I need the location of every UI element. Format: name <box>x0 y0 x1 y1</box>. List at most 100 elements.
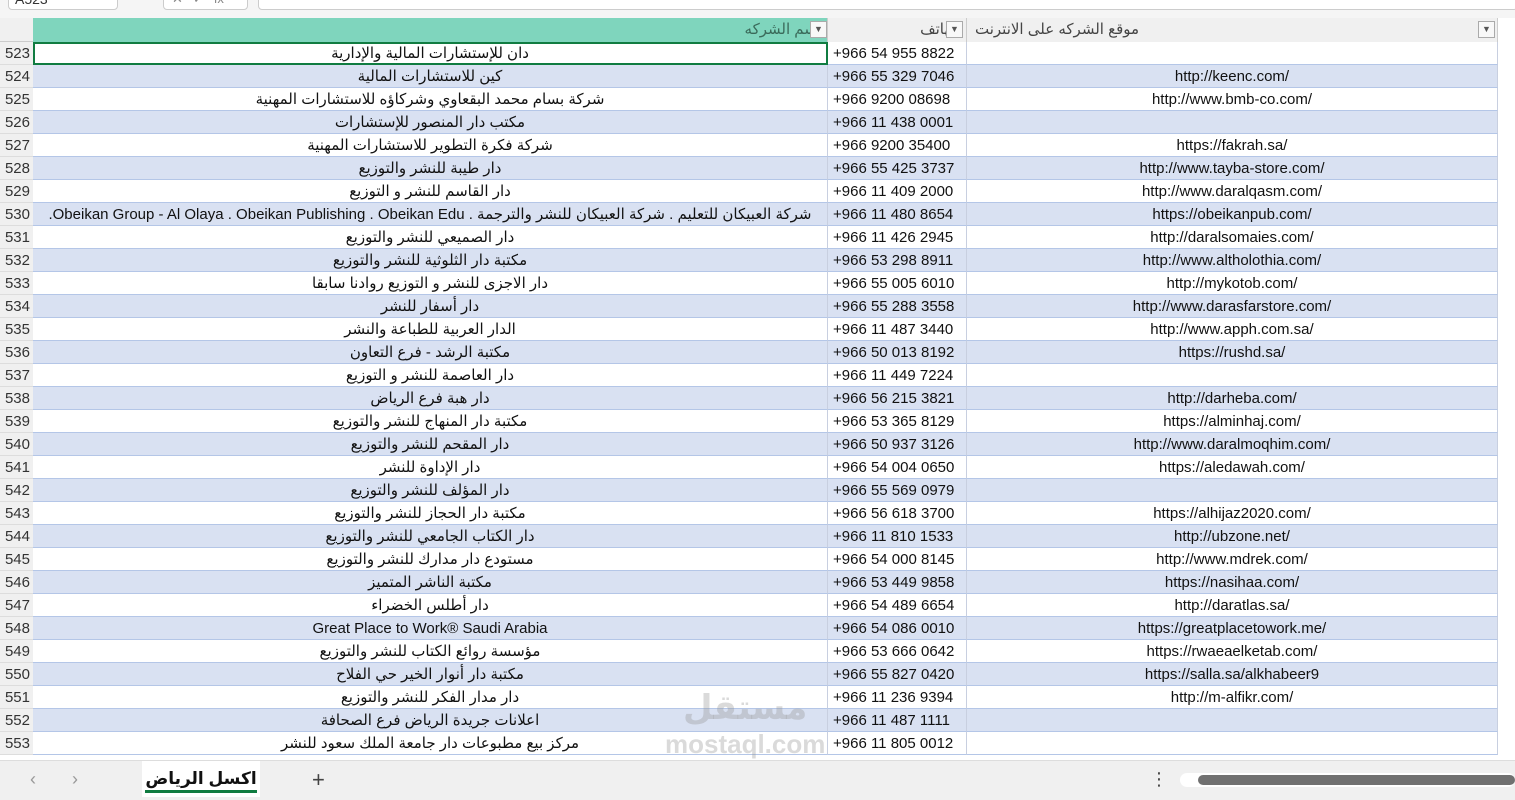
cell-company-name[interactable]: دار المقحم للنشر والتوزيع <box>33 433 828 456</box>
row-number[interactable]: 545 <box>0 548 33 571</box>
cell-company-name[interactable]: مكتبة دار أنوار الخير حي الفلاح <box>33 663 828 686</box>
cell-phone[interactable]: +966 53 365 8129 <box>828 410 967 433</box>
filter-dropdown-icon[interactable]: ▼ <box>810 21 827 38</box>
cell-phone[interactable]: +966 55 425 3737 <box>828 157 967 180</box>
row-number[interactable]: 529 <box>0 180 33 203</box>
row-number[interactable]: 542 <box>0 479 33 502</box>
cell-company-name[interactable]: دار المؤلف للنشر والتوزيع <box>33 479 828 502</box>
cell-company-name[interactable]: الدار العربية للطباعة والنشر <box>33 318 828 341</box>
row-number[interactable]: 536 <box>0 341 33 364</box>
cell-phone[interactable]: +966 11 426 2945 <box>828 226 967 249</box>
row-number[interactable]: 539 <box>0 410 33 433</box>
cell-phone[interactable]: +966 53 666 0642 <box>828 640 967 663</box>
cell-company-name[interactable]: شركة العبيكان للتعليم . شركة العبيكان لل… <box>33 203 828 226</box>
cell-website[interactable]: http://www.darasfarstore.com/ <box>967 295 1498 318</box>
cell-website[interactable] <box>967 111 1498 134</box>
cell-website[interactable]: http://www.mdrek.com/ <box>967 548 1498 571</box>
cell-phone[interactable]: +966 55 569 0979 <box>828 479 967 502</box>
row-number[interactable]: 525 <box>0 88 33 111</box>
cell-phone[interactable]: +966 54 489 6654 <box>828 594 967 617</box>
cell-website[interactable]: https://alminhaj.com/ <box>967 410 1498 433</box>
cell-website[interactable]: https://rushd.sa/ <box>967 341 1498 364</box>
cell-phone[interactable]: +966 11 487 1111 <box>828 709 967 732</box>
cell-website[interactable]: https://fakrah.sa/ <box>967 134 1498 157</box>
cell-website[interactable]: http://www.altholothia.com/ <box>967 249 1498 272</box>
row-number[interactable]: 526 <box>0 111 33 134</box>
cell-phone[interactable]: +966 56 618 3700 <box>828 502 967 525</box>
cell-phone[interactable]: +966 54 004 0650 <box>828 456 967 479</box>
row-number[interactable]: 548 <box>0 617 33 640</box>
row-number[interactable]: 546 <box>0 571 33 594</box>
cell-website[interactable]: https://rwaeaelketab.com/ <box>967 640 1498 663</box>
row-number[interactable]: 553 <box>0 732 33 755</box>
row-number[interactable]: 531 <box>0 226 33 249</box>
cell-phone[interactable]: +966 55 827 0420 <box>828 663 967 686</box>
row-number[interactable]: 538 <box>0 387 33 410</box>
cell-phone[interactable]: +966 55 288 3558 <box>828 295 967 318</box>
cell-website[interactable] <box>967 732 1498 755</box>
header-website[interactable]: موقع الشركه على الانترنت ▼ <box>967 18 1498 42</box>
row-number[interactable]: 523 <box>0 42 33 65</box>
cell-company-name[interactable]: كين للاستشارات المالية <box>33 65 828 88</box>
cell-website[interactable]: http://daralsomaies.com/ <box>967 226 1498 249</box>
select-all-corner[interactable] <box>0 18 33 42</box>
row-number[interactable]: 547 <box>0 594 33 617</box>
cell-phone[interactable]: +966 11 480 8654 <box>828 203 967 226</box>
cell-phone[interactable]: +966 53 449 9858 <box>828 571 967 594</box>
cell-website[interactable] <box>967 709 1498 732</box>
cell-company-name[interactable]: دار الاجزى للنشر و التوزيع روادنا سابقا <box>33 272 828 295</box>
cell-company-name[interactable]: دار الكتاب الجامعي للنشر والتوزيع <box>33 525 828 548</box>
row-number[interactable]: 544 <box>0 525 33 548</box>
sheet-tab[interactable]: اكسل الرياض <box>142 761 260 797</box>
filter-dropdown-icon[interactable]: ▼ <box>1478 21 1495 38</box>
cell-phone[interactable]: +966 50 937 3126 <box>828 433 967 456</box>
cell-website[interactable] <box>967 479 1498 502</box>
row-number[interactable]: 543 <box>0 502 33 525</box>
cell-phone[interactable]: +966 11 409 2000 <box>828 180 967 203</box>
cell-company-name[interactable]: دار الصميعي للنشر والتوزيع <box>33 226 828 249</box>
cell-company-name[interactable]: Great Place to Work® Saudi Arabia <box>33 617 828 640</box>
cell-company-name[interactable]: مكتبة الرشد - فرع التعاون <box>33 341 828 364</box>
cell-website[interactable] <box>967 364 1498 387</box>
cell-company-name[interactable]: شركة فكرة التطوير للاستشارات المهنية <box>33 134 828 157</box>
cell-company-name[interactable]: دار أسفار للنشر <box>33 295 828 318</box>
row-number[interactable]: 535 <box>0 318 33 341</box>
row-number[interactable]: 552 <box>0 709 33 732</box>
cell-company-name[interactable]: دار هبة فرع الرياض <box>33 387 828 410</box>
cell-company-name[interactable]: مكتب دار المنصور للإستشارات <box>33 111 828 134</box>
row-number[interactable]: 534 <box>0 295 33 318</box>
cell-phone[interactable]: +966 11 487 3440 <box>828 318 967 341</box>
cell-phone[interactable]: +966 11 805 0012 <box>828 732 967 755</box>
cell-website[interactable]: http://m-alfikr.com/ <box>967 686 1498 709</box>
cell-phone[interactable]: +966 9200 08698 <box>828 88 967 111</box>
row-number[interactable]: 549 <box>0 640 33 663</box>
cell-company-name[interactable]: شركة بسام محمد البقعاوي وشركاؤه للاستشار… <box>33 88 828 111</box>
cell-phone[interactable]: +966 55 005 6010 <box>828 272 967 295</box>
cell-phone[interactable]: +966 55 329 7046 <box>828 65 967 88</box>
cell-company-name[interactable]: مستودع دار مدارك للنشر والتوزيع <box>33 548 828 571</box>
cell-website[interactable]: http://darheba.com/ <box>967 387 1498 410</box>
cell-phone[interactable]: +966 54 955 8822 <box>828 42 967 65</box>
cell-company-name[interactable]: مكتبة الناشر المتميز <box>33 571 828 594</box>
cell-phone[interactable]: +966 56 215 3821 <box>828 387 967 410</box>
row-number[interactable]: 530 <box>0 203 33 226</box>
cell-website[interactable]: http://www.tayba-store.com/ <box>967 157 1498 180</box>
header-phone[interactable]: الهاتف ▼ <box>828 18 967 42</box>
cell-website[interactable]: http://www.daralmoqhim.com/ <box>967 433 1498 456</box>
header-company-name[interactable]: اسم الشركه ▼ <box>33 18 828 42</box>
cell-company-name[interactable]: دار أطلس الخضراء <box>33 594 828 617</box>
cell-phone[interactable]: +966 11 449 7224 <box>828 364 967 387</box>
prev-sheet-icon[interactable]: ‹ <box>30 769 36 790</box>
add-sheet-button[interactable]: + <box>312 767 325 793</box>
cell-company-name[interactable]: مؤسسة روائع الكتاب للنشر والتوزيع <box>33 640 828 663</box>
cell-company-name[interactable]: مكتبة دار الثلوثية للنشر والتوزيع <box>33 249 828 272</box>
cell-company-name[interactable]: دار الإداوة للنشر <box>33 456 828 479</box>
cell-phone[interactable]: +966 50 013 8192 <box>828 341 967 364</box>
cell-phone[interactable]: +966 11 810 1533 <box>828 525 967 548</box>
cell-website[interactable]: http://ubzone.net/ <box>967 525 1498 548</box>
cell-website[interactable]: https://nasihaa.com/ <box>967 571 1498 594</box>
more-options-icon[interactable]: ⋮ <box>1150 769 1168 790</box>
formula-input[interactable] <box>258 0 1515 10</box>
cell-website[interactable]: https://greatplacetowork.me/ <box>967 617 1498 640</box>
cell-website[interactable]: https://obeikanpub.com/ <box>967 203 1498 226</box>
